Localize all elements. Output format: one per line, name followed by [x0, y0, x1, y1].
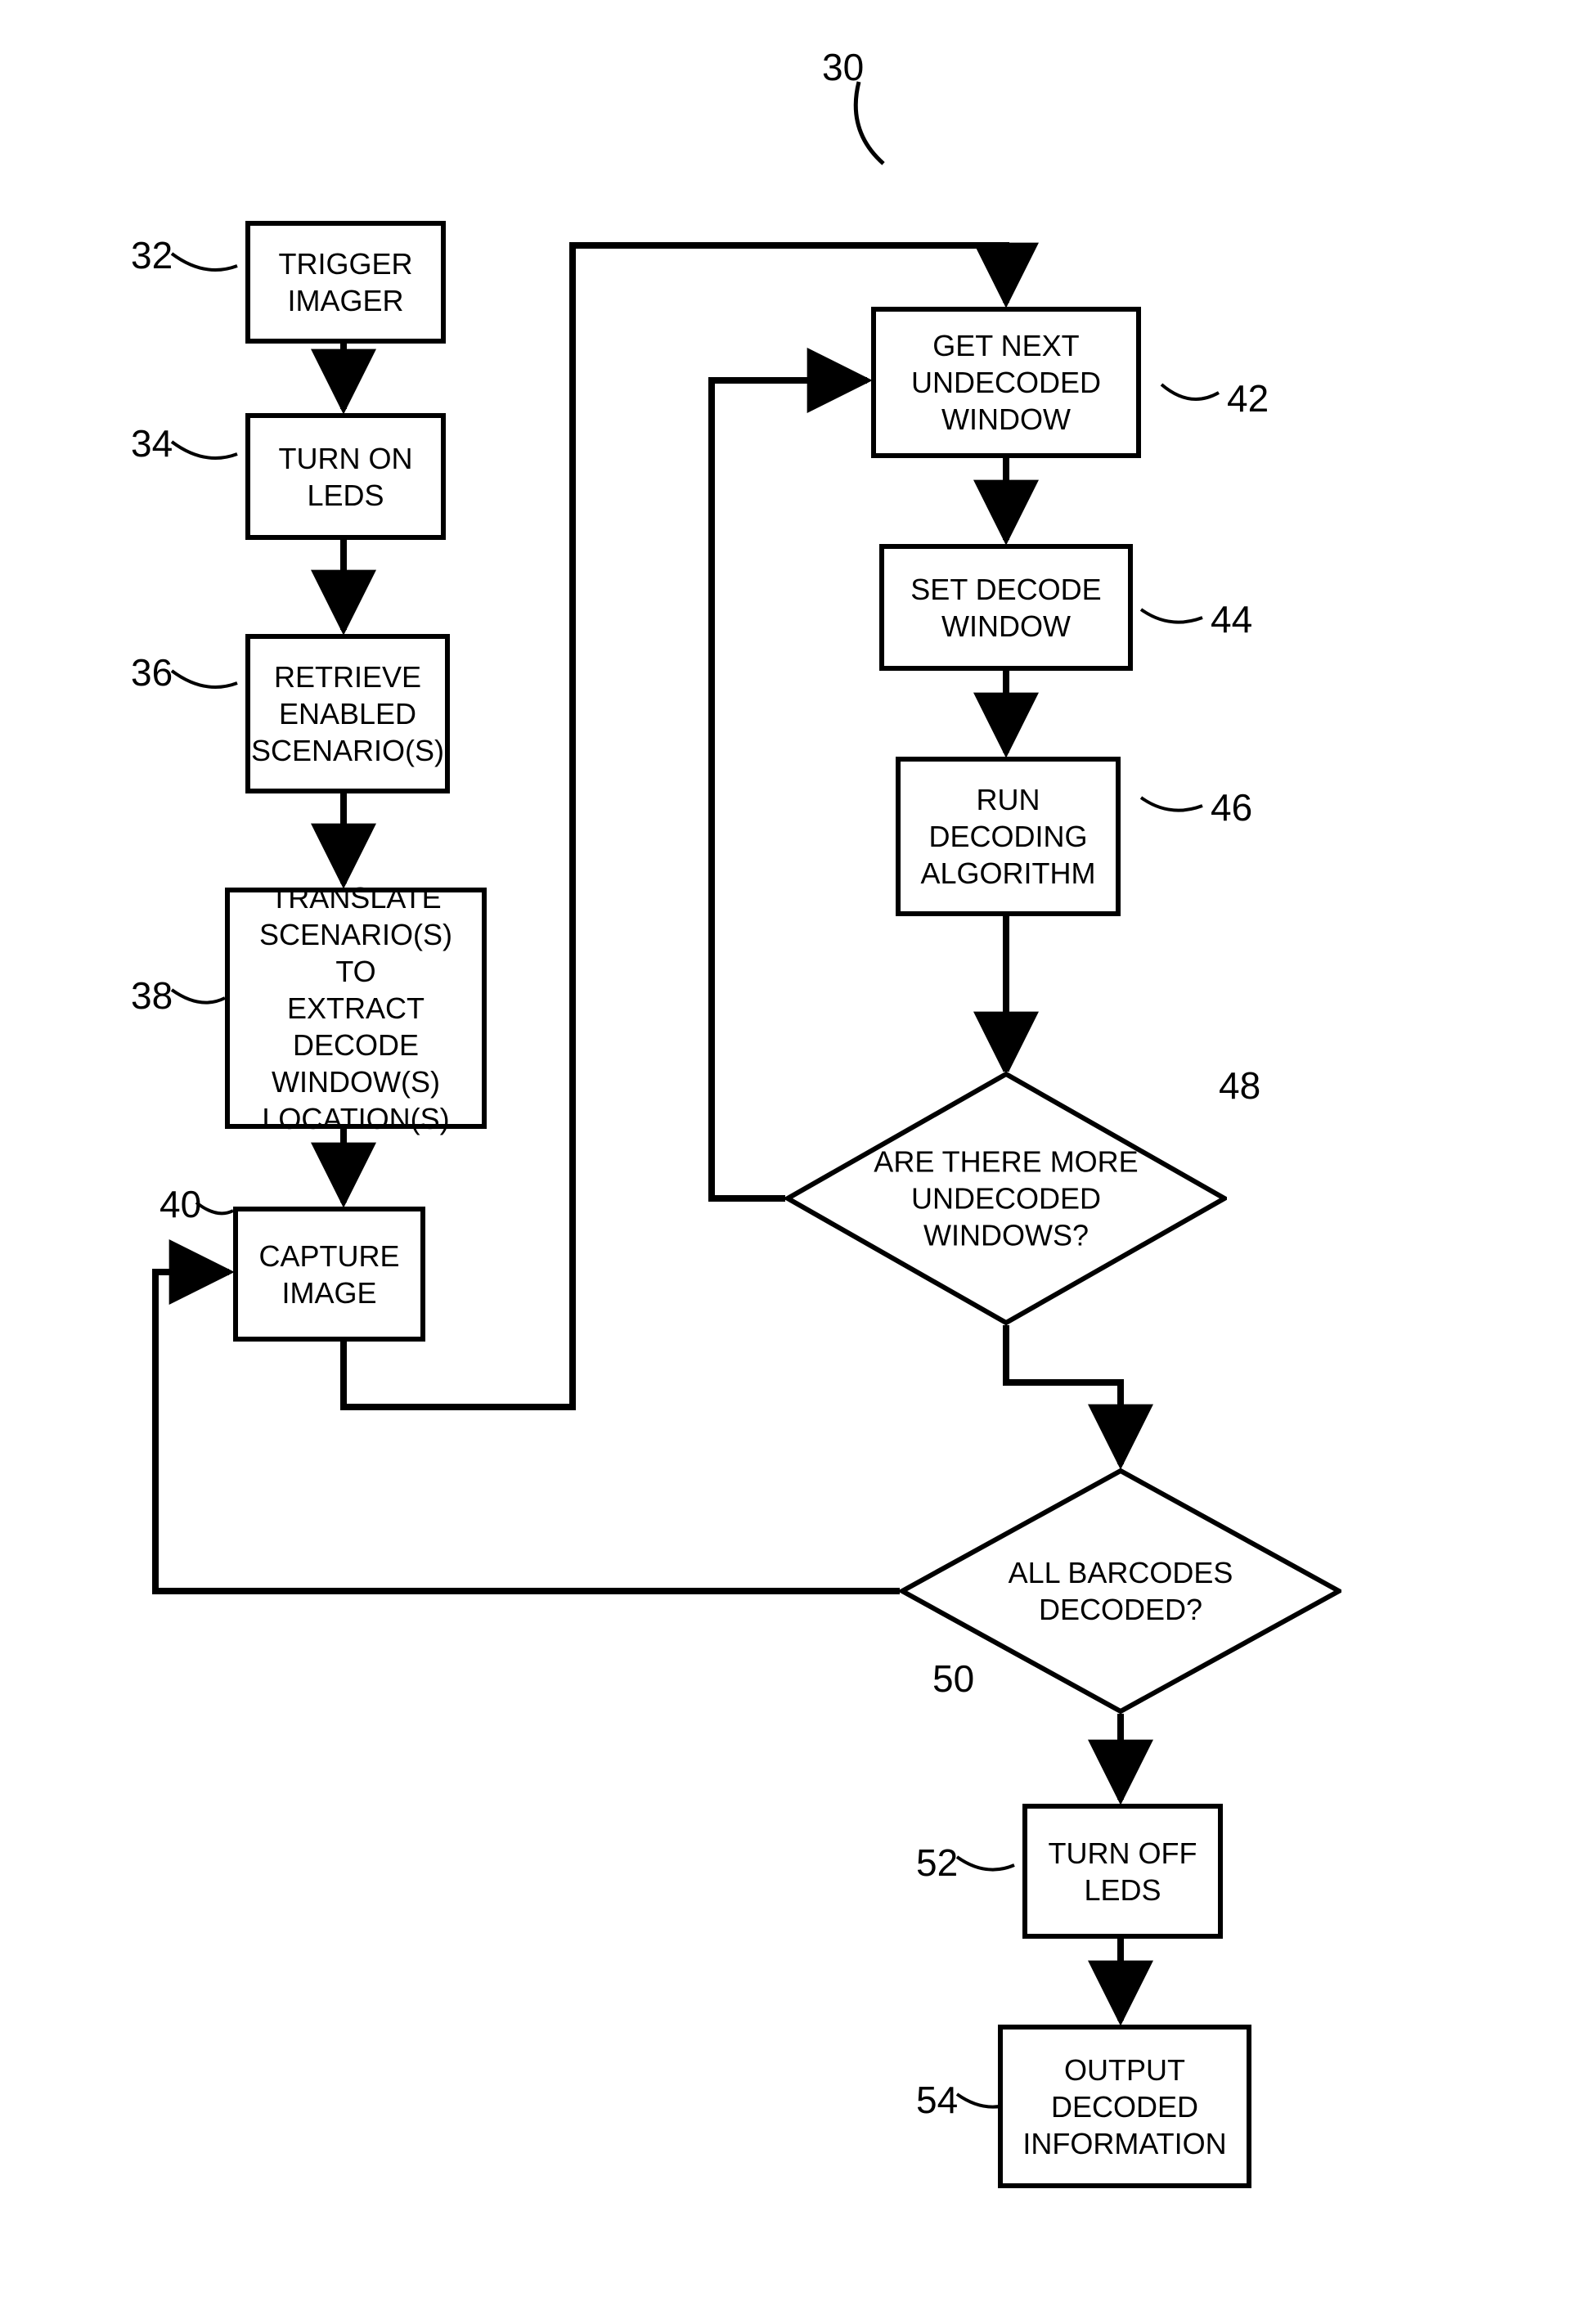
node-text: TRIGGERIMAGER — [278, 245, 412, 319]
node-trigger-imager: TRIGGERIMAGER — [245, 221, 446, 344]
node-output-decoded: OUTPUTDECODEDINFORMATION — [998, 2025, 1251, 2188]
node-text: RETRIEVEENABLEDSCENARIO(S) — [251, 659, 444, 769]
node-text: CAPTUREIMAGE — [258, 1238, 399, 1311]
figure-ref-30: 30 — [822, 45, 864, 89]
node-retrieve-scenarios: RETRIEVEENABLEDSCENARIO(S) — [245, 634, 450, 793]
node-text: TRANSLATESCENARIO(S) TOEXTRACT DECODEWIN… — [238, 879, 474, 1137]
ref-52: 52 — [916, 1841, 958, 1885]
flowchart-canvas: 30 TRIGGERIMAGER 32 TURN ONLEDS 34 RETRI… — [0, 0, 1577, 2324]
node-get-next-window: GET NEXTUNDECODEDWINDOW — [871, 307, 1141, 458]
ref-44: 44 — [1211, 597, 1252, 641]
node-capture-image: CAPTUREIMAGE — [233, 1207, 425, 1342]
node-turn-on-leds: TURN ONLEDS — [245, 413, 446, 540]
ref-48: 48 — [1219, 1063, 1260, 1108]
ref-46: 46 — [1211, 785, 1252, 829]
node-text: TURN ONLEDS — [279, 440, 413, 514]
node-text: RUNDECODINGALGORITHM — [920, 781, 1095, 892]
node-text: OUTPUTDECODEDINFORMATION — [1022, 2052, 1226, 2162]
ref-50: 50 — [932, 1656, 974, 1701]
ref-36: 36 — [131, 650, 173, 695]
node-text: TURN OFFLEDS — [1049, 1835, 1197, 1908]
node-text: ARE THERE MOREUNDECODEDWINDOWS? — [874, 1144, 1138, 1254]
ref-42: 42 — [1227, 376, 1269, 420]
ref-32: 32 — [131, 233, 173, 277]
ref-34: 34 — [131, 421, 173, 465]
node-more-undecoded: ARE THERE MOREUNDECODEDWINDOWS? — [785, 1072, 1227, 1325]
node-text: GET NEXTUNDECODEDWINDOW — [911, 327, 1101, 438]
node-turn-off-leds: TURN OFFLEDS — [1022, 1804, 1223, 1939]
node-translate-scenarios: TRANSLATESCENARIO(S) TOEXTRACT DECODEWIN… — [225, 888, 487, 1129]
node-text: ALL BARCODESDECODED? — [1009, 1554, 1233, 1628]
ref-54: 54 — [916, 2078, 958, 2122]
node-run-decoding: RUNDECODINGALGORITHM — [896, 757, 1121, 916]
ref-40: 40 — [159, 1182, 201, 1226]
node-text: SET DECODEWINDOW — [910, 571, 1101, 645]
ref-38: 38 — [131, 973, 173, 1018]
node-set-decode-window: SET DECODEWINDOW — [879, 544, 1133, 671]
